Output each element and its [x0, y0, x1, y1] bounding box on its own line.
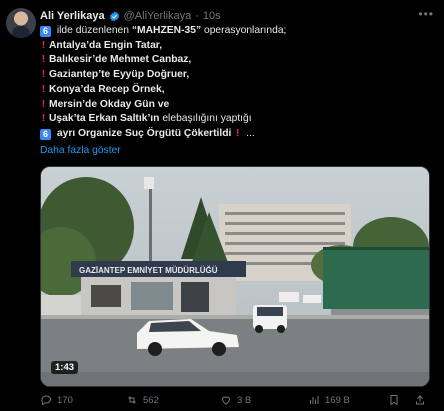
tweet-article[interactable]: Ali Yerlikaya @AliYerlikaya · 10s ••• 6 …: [0, 0, 444, 411]
repost-count: 562: [143, 394, 159, 406]
like-count: 3 B: [237, 394, 252, 406]
author-name[interactable]: Ali Yerlikaya: [40, 10, 105, 22]
red-exclamation-emoji-icon: !: [236, 127, 240, 139]
video-duration-badge: 1:43: [51, 361, 79, 374]
tweet-line: ! Gaziantep’te Eyyüp Doğruer,: [40, 68, 436, 83]
reply-button[interactable]: 170: [40, 394, 126, 406]
tweet-line: ! Antalya’da Engin Tatar,: [40, 39, 436, 54]
verified-badge-icon: [109, 10, 119, 22]
tweet-line: ! Konya’da Recep Örnek,: [40, 83, 436, 98]
tweet-line: ! Mersin’de Okday Gün ve: [40, 98, 436, 113]
views-count: 169 B: [325, 394, 350, 406]
tweet-line: ! Uşak’ta Erkan Saltık’ın elebaşılığını y…: [40, 112, 436, 127]
video-player[interactable]: GAZİANTEP EMNİYET MÜDÜRLÜĞÜ 1:43: [40, 166, 430, 387]
tweet-text: 6 ilde düzenlenen “MAHZEN-35” operasyonl…: [40, 24, 436, 142]
author-handle[interactable]: @AliYerlikaya: [124, 10, 192, 22]
more-options-icon[interactable]: •••: [418, 7, 434, 21]
views-button[interactable]: 169 B: [308, 394, 388, 406]
share-icon: [416, 395, 424, 405]
building-sign: GAZİANTEP EMNİYET MÜDÜRLÜĞÜ: [79, 266, 218, 275]
like-button[interactable]: 3 B: [220, 394, 308, 406]
action-bar: 170 562 3 B 169 B: [40, 392, 436, 408]
red-exclamation-emoji-icon: !: [41, 54, 46, 66]
bookmark-button[interactable]: [388, 394, 414, 406]
share-button[interactable]: [414, 394, 426, 406]
views-icon: [310, 396, 319, 404]
keycap-six-emoji-icon: 6: [40, 128, 51, 140]
tweet-line: ! Balıkesir’de Mehmet Canbaz,: [40, 53, 436, 68]
tweet-text-segment: Gaziantep’te Eyyüp Doğruer,: [49, 69, 190, 81]
red-exclamation-emoji-icon: !: [41, 113, 46, 125]
keycap-six-emoji-icon: 6: [40, 25, 51, 37]
repost-icon: [128, 396, 136, 404]
separator-dot: ·: [195, 10, 199, 22]
tweet-text-segment: ...: [243, 127, 255, 139]
tweet-line: 6 ayrı Organize Suç Örgütü Çökertildi ! …: [40, 127, 436, 142]
bookmark-icon: [390, 395, 398, 406]
tweet-text-segment: Balıkesir’de Mehmet Canbaz,: [49, 54, 192, 66]
tweet-text-segment: operasyonlarında;: [201, 25, 287, 36]
tweet-text-segment: Antalya’da Engin Tatar,: [49, 39, 163, 51]
tweet-line: 6 ilde düzenlenen “MAHZEN-35” operasyonl…: [40, 24, 436, 39]
red-exclamation-emoji-icon: !: [41, 98, 46, 110]
tweet-text-segment: Mersin’de Okday Gün ve: [49, 98, 170, 110]
tweet-text-segment: Konya’da Recep Örnek,: [49, 83, 165, 95]
tweet-text-segment: Uşak’ta Erkan Saltık’ın: [49, 113, 160, 125]
tweet-time[interactable]: 10s: [203, 10, 221, 22]
tweet-text-segment: ayrı Organize Suç Örgütü Çökertildi: [54, 127, 232, 139]
red-exclamation-emoji-icon: !: [41, 83, 46, 95]
avatar[interactable]: [6, 8, 36, 38]
tweet-text-segment: ilde düzenlenen: [54, 25, 132, 36]
red-exclamation-emoji-icon: !: [41, 69, 46, 81]
show-more-link[interactable]: Daha fazla göster: [40, 145, 121, 156]
tweet-text-segment: elebaşılığını yaptığı: [159, 113, 252, 125]
reply-icon: [41, 395, 51, 406]
tweet-text-segment: “MAHZEN-35”: [131, 25, 202, 36]
reply-count: 170: [57, 394, 73, 406]
red-exclamation-emoji-icon: !: [41, 39, 46, 51]
heart-icon: [221, 396, 231, 405]
repost-button[interactable]: 562: [126, 394, 220, 406]
tweet-header: Ali Yerlikaya @AliYerlikaya · 10s: [40, 9, 221, 23]
video-frame: GAZİANTEP EMNİYET MÜDÜRLÜĞÜ: [41, 167, 429, 386]
